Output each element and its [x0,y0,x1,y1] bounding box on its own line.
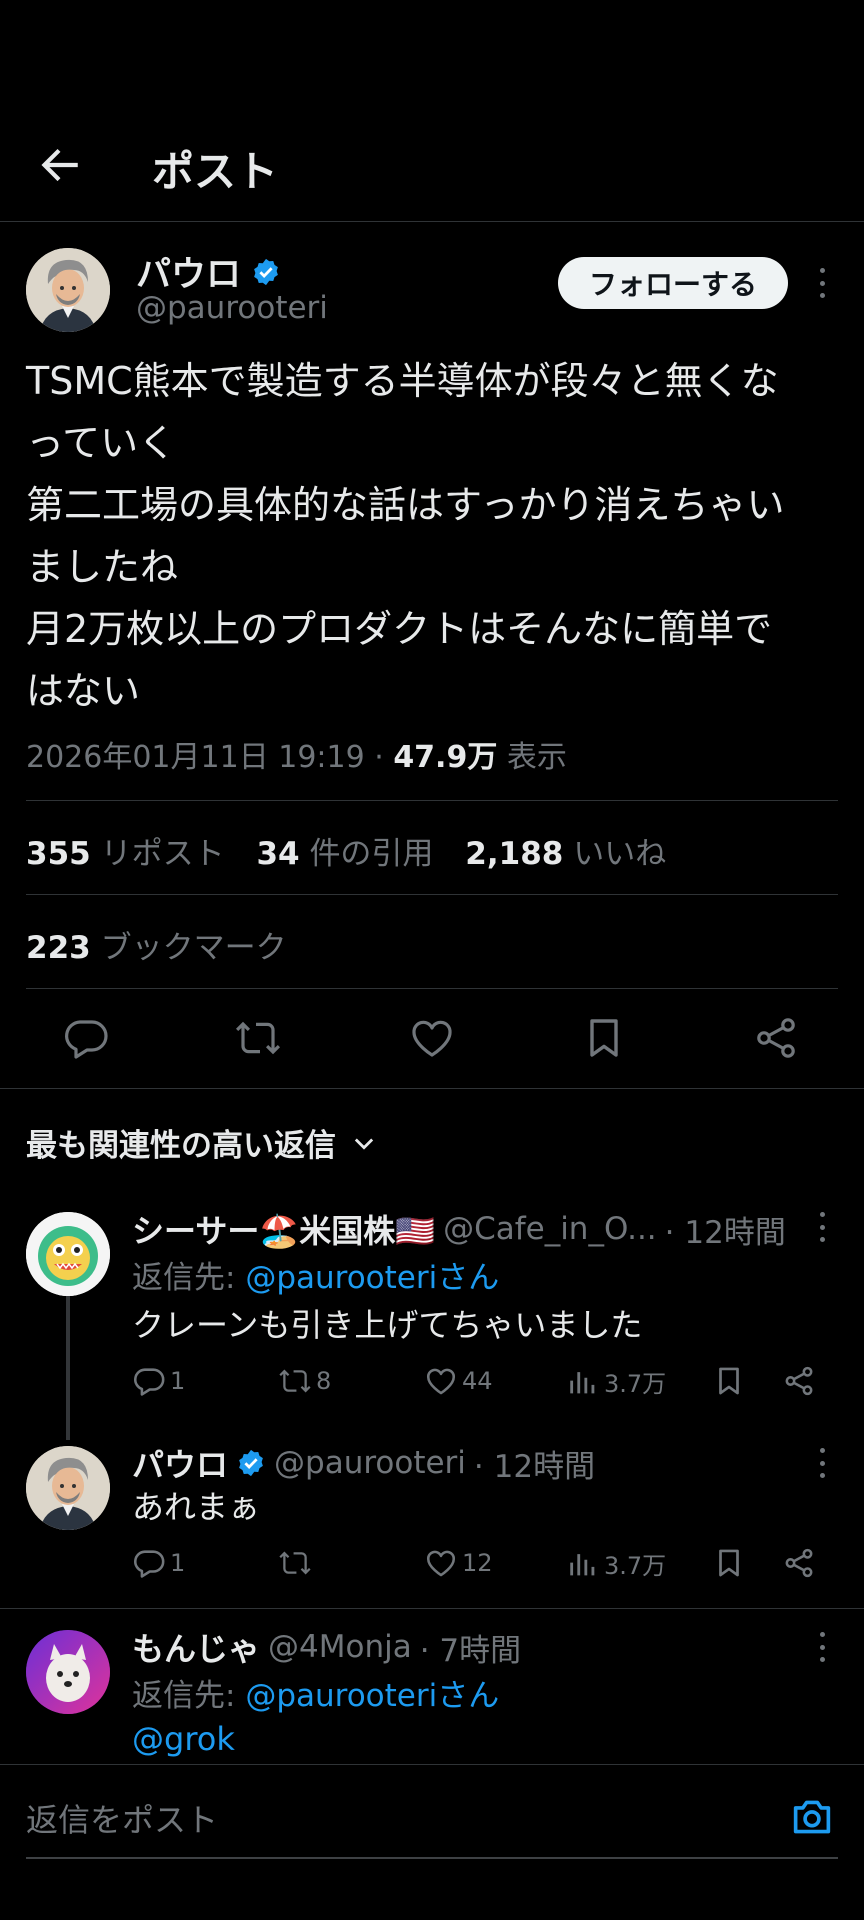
reply-header: シーサー🏖️米国株🇺🇸 @Cafe_in_O... · 12時間 [132,1206,786,1252]
reply-count: 1 [170,1367,186,1395]
reply-count: 1 [170,1549,186,1577]
like-count: 44 [462,1367,493,1395]
repost-count: 8 [316,1367,332,1395]
divider [26,894,838,895]
reply-avatar[interactable] [26,1630,110,1714]
reply-icon [134,1368,165,1396]
reply-author-name[interactable]: パウロ [132,1440,228,1486]
reply-to-handle-link[interactable]: @paurooteri [245,1260,437,1296]
reply-author-handle: @4Monja [268,1629,412,1665]
meta-separator: · [374,740,394,775]
reply-header: パウロ @paurooteri · 12時間 [132,1440,595,1486]
like-count: 12 [462,1549,493,1577]
like-button[interactable]: 44 [424,1364,493,1398]
repost-icon [279,1551,311,1575]
like-icon [426,1550,456,1577]
divider [26,988,838,989]
repost-button[interactable] [278,1546,316,1580]
verified-badge-icon [236,1448,266,1478]
post-datetime: 2026年01月11日 19:19 [26,740,365,775]
views-button[interactable]: 3.7万 [566,1364,666,1399]
reply-sort-dropdown[interactable]: 最も関連性の高い返信 [26,1120,378,1165]
like-icon [426,1368,456,1395]
reply-action-bar: 1 8 44 3.7万 [132,1364,852,1404]
share-icon[interactable] [752,1014,800,1062]
reply-author-handle: @paurooteri [274,1445,466,1481]
divider [26,800,838,801]
analytics-icon [570,1553,595,1575]
reply-avatar[interactable] [26,1446,110,1530]
reply-action-bar: 1 12 3.7万 [132,1546,852,1586]
bookmarks-stat[interactable]: 223 ブックマーク [26,922,287,967]
more-options-icon[interactable] [816,268,828,298]
reply-time: · 12時間 [664,1214,786,1251]
analytics-icon [570,1371,595,1393]
reply-button[interactable]: 1 [132,1546,185,1580]
reply-author-handle: @Cafe_in_O... [443,1211,657,1247]
reply-to-line: 返信先: @paurooteriさん [132,1678,500,1714]
views-label: 表示 [506,740,567,775]
reply-avatar[interactable] [26,1212,110,1296]
engagement-stats: 355 リポスト 34 件の引用 2,188 いいね [26,828,666,873]
composer-underline [26,1857,838,1859]
reply-time: · 7時間 [419,1632,522,1669]
like-icon[interactable] [408,1014,456,1062]
repost-icon[interactable] [234,1014,282,1062]
share-icon[interactable] [782,1546,816,1580]
reply-header: もんじゃ @4Monja · 7時間 [132,1624,521,1670]
views-button[interactable]: 3.7万 [566,1546,666,1581]
reply-text: クレーンも引き上げてちゃいました [132,1306,643,1344]
views-count: 3.7万 [604,1552,667,1580]
divider [0,1088,864,1089]
reply-time: · 12時間 [473,1448,596,1485]
reply-author-name[interactable]: シーサー🏖️米国株🇺🇸 [132,1206,435,1252]
page-title: ポスト [152,147,279,196]
bookmark-icon[interactable] [580,1014,628,1062]
more-options-icon[interactable] [816,1448,828,1478]
divider [0,1608,864,1609]
views-count: 3.7万 [604,1370,667,1398]
sort-label: 最も関連性の高い返信 [26,1128,336,1164]
follow-button[interactable]: フォローする [558,257,788,309]
reply-to-handle-link[interactable]: @paurooteri [245,1678,437,1714]
chevron-down-icon [350,1129,378,1157]
views-count[interactable]: 47.9万 [393,740,497,775]
repost-button[interactable]: 8 [278,1364,331,1398]
author-avatar[interactable] [26,248,110,332]
post-detail-screen: ポスト パウロ @paurooteri フォローする TSMC熊本で製造する半導… [0,0,864,1920]
bookmark-icon[interactable] [712,1364,746,1398]
verified-badge-icon [251,257,281,287]
author-handle: @paurooteri [136,290,328,326]
thread-connector [66,1296,70,1440]
reply-text: あれまぁ [132,1488,261,1526]
more-options-icon[interactable] [816,1212,828,1242]
top-bar: ポスト [0,130,864,222]
reply-composer: 返信をポスト [0,1764,864,1864]
reply-icon [134,1550,165,1578]
post-meta: 2026年01月11日 19:19 · 47.9万 表示 [26,732,567,776]
reply-input[interactable]: 返信をポスト [26,1795,218,1841]
more-options-icon[interactable] [816,1632,828,1662]
reply-author-name[interactable]: もんじゃ [132,1624,260,1670]
post-text: TSMC熊本で製造する半導体が段々と無くな っていく 第二工場の具体的な話はすっ… [26,359,785,713]
bookmark-icon[interactable] [712,1546,746,1580]
reply-to-line: 返信先: @paurooteriさん [132,1260,500,1296]
like-button[interactable]: 12 [424,1546,493,1580]
share-icon[interactable] [782,1364,816,1398]
quotes-stat[interactable]: 34 件の引用 [256,836,433,872]
repost-icon [279,1369,311,1393]
reply-button[interactable]: 1 [132,1364,185,1398]
reposts-stat[interactable]: 355 リポスト [26,836,225,872]
back-arrow-icon[interactable] [34,140,84,190]
reply-mention-link[interactable]: @grok [132,1720,235,1758]
likes-stat[interactable]: 2,188 いいね [465,836,666,872]
reply-icon[interactable] [62,1014,110,1062]
camera-icon[interactable] [790,1797,834,1837]
